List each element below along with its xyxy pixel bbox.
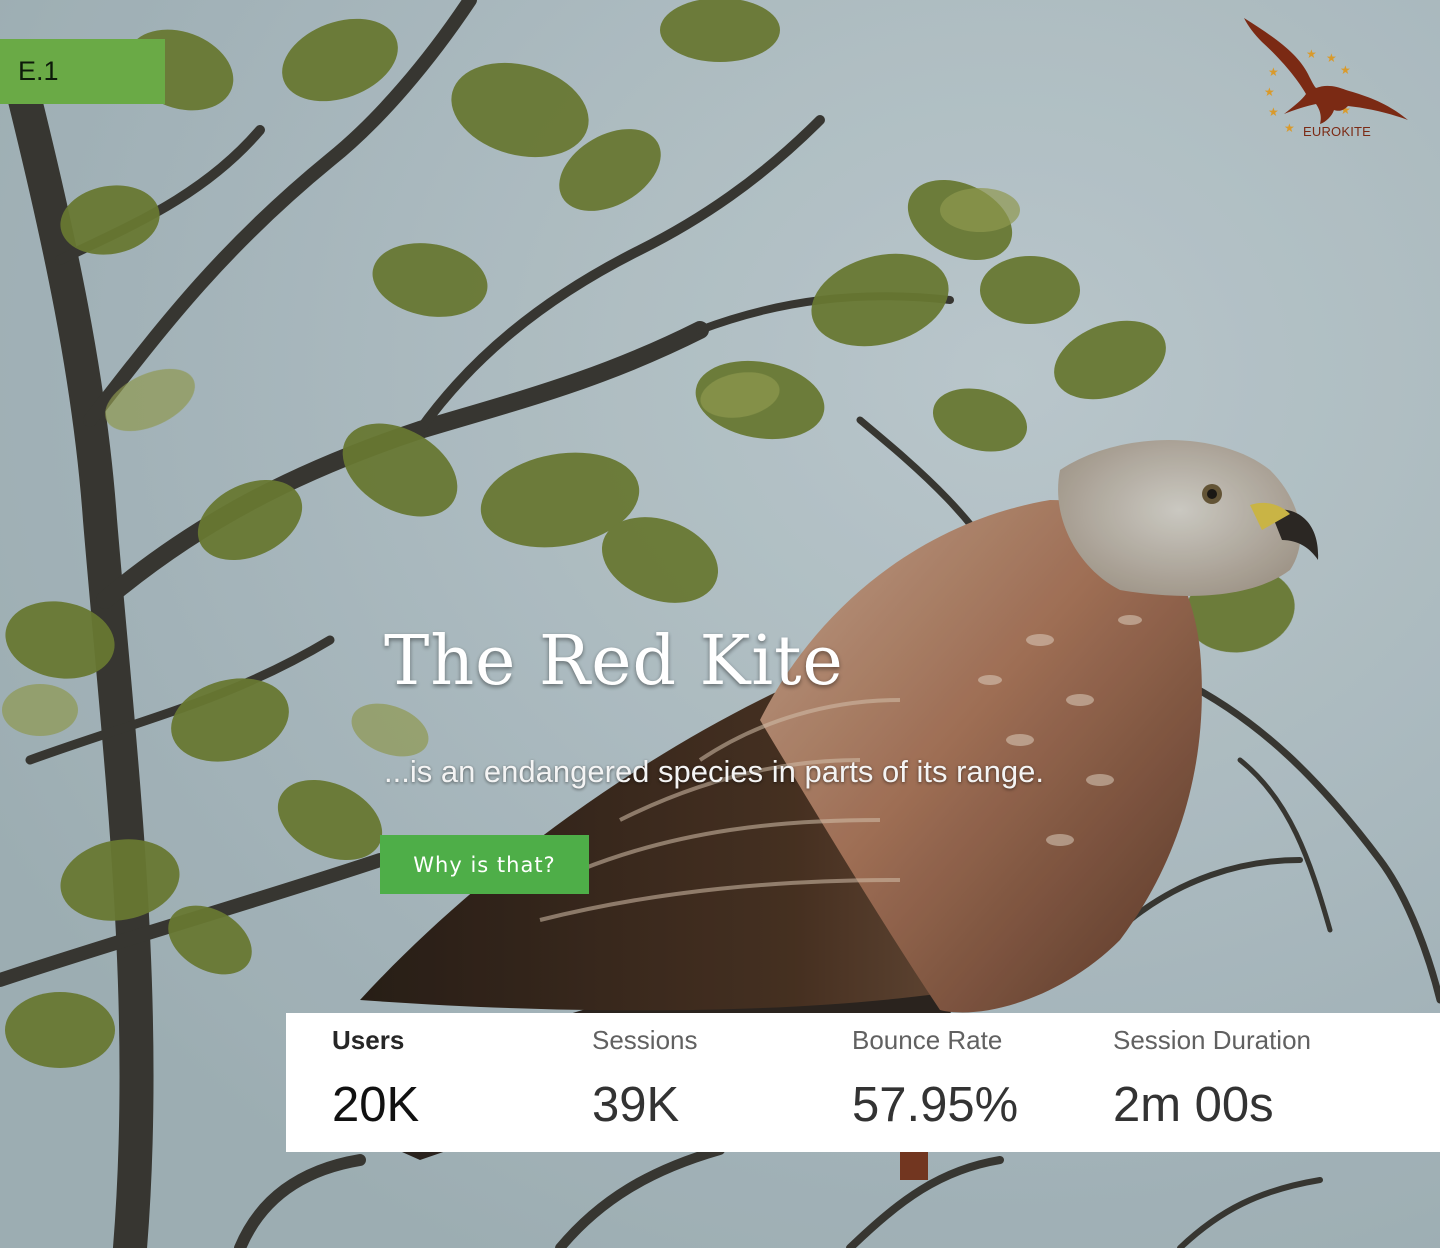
page: E.1 ★ ★ ★ ★ ★ ★ ★ ★ EUROKITE The Red Kit… bbox=[0, 0, 1440, 1248]
slide-tag: E.1 bbox=[0, 39, 165, 104]
stat-value: 39K bbox=[592, 1078, 680, 1132]
stat-value: 2m 00s bbox=[1113, 1078, 1274, 1132]
stat-label: Session Duration bbox=[1113, 1025, 1311, 1055]
svg-text:★: ★ bbox=[1306, 47, 1317, 61]
stat-label: Users bbox=[332, 1025, 405, 1055]
analytics-stats-panel: Users 20K Sessions 39K Bounce Rate 57.95… bbox=[286, 1013, 1440, 1152]
stat-label: Bounce Rate bbox=[852, 1025, 1003, 1055]
svg-text:★: ★ bbox=[1268, 105, 1279, 119]
svg-text:★: ★ bbox=[1268, 65, 1279, 79]
why-is-that-button[interactable]: Why is that? bbox=[380, 835, 589, 894]
stat-label: Sessions bbox=[592, 1025, 698, 1055]
hero-title: The Red Kite bbox=[384, 622, 844, 701]
svg-text:★: ★ bbox=[1326, 51, 1337, 65]
svg-text:★: ★ bbox=[1264, 85, 1275, 99]
logo-text: EUROKITE bbox=[1303, 124, 1372, 139]
stat-value: 20K bbox=[332, 1078, 420, 1132]
slide-tag-label: E.1 bbox=[18, 56, 59, 86]
stat-value: 57.95% bbox=[852, 1078, 1019, 1132]
svg-text:★: ★ bbox=[1340, 63, 1351, 77]
hero-subtitle: ...is an endangered species in parts of … bbox=[384, 754, 1045, 789]
svg-text:★: ★ bbox=[1284, 121, 1295, 135]
